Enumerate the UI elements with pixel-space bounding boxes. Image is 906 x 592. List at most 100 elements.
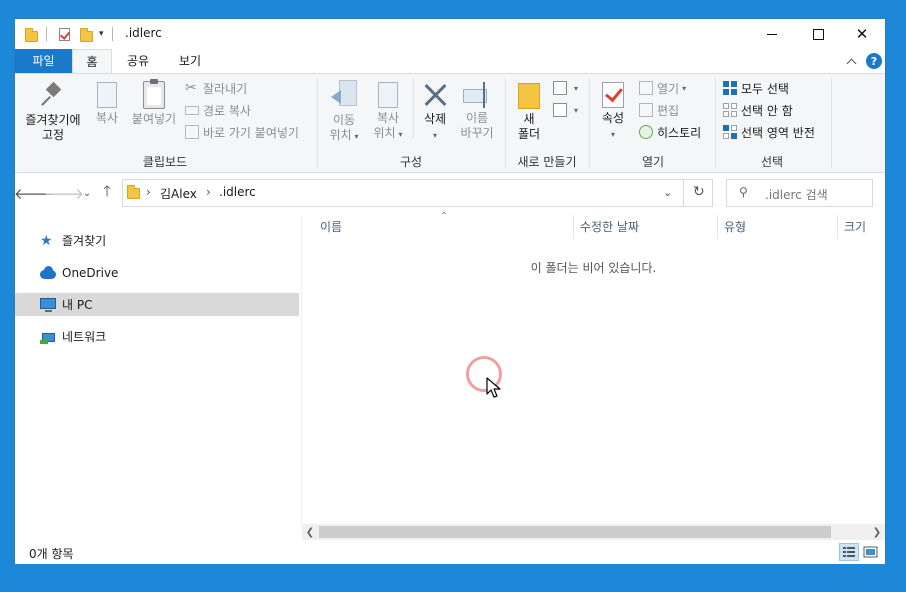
large-icons-view-button[interactable] [861, 543, 881, 561]
details-view-button[interactable] [839, 543, 859, 561]
pin-to-quick-access-button[interactable]: 즐겨찾기에 고정 [21, 78, 85, 143]
easy-access-button[interactable]: ▾ [553, 100, 578, 120]
help-icon: ? [866, 53, 882, 69]
properties-icon [602, 82, 624, 108]
history-button[interactable]: 히스토리 [639, 122, 701, 142]
group-separator [589, 78, 590, 168]
nav-item-quick-access[interactable]: ★ 즐겨찾기 [15, 229, 299, 252]
path-icon [185, 105, 199, 115]
tab-view[interactable]: 보기 [167, 49, 213, 73]
nav-item-this-pc[interactable]: 내 PC [15, 293, 299, 316]
properties-button[interactable]: 속성 ▾ [595, 78, 631, 142]
quick-access-toolbar: ▾ [25, 19, 113, 49]
file-list: ⌃ 이름 수정한 날짜 유형 크기 이 폴더는 비어 있습니다. [302, 211, 885, 525]
open-icon [639, 81, 653, 95]
dropdown-arrow-icon: ▾ [682, 83, 687, 93]
network-icon [40, 330, 56, 344]
folder-icon [25, 27, 38, 42]
cut-button[interactable]: ✂ 잘라내기 [185, 78, 247, 98]
tab-home[interactable]: 홈 [72, 49, 112, 73]
navigation-pane: ★ 즐겨찾기 OneDrive 내 PC 네트워크 [15, 215, 301, 535]
select-all-button[interactable]: 모두 선택 [723, 78, 789, 98]
group-label-clipboard: 클립보드 [142, 155, 188, 169]
address-dropdown-icon[interactable]: ⌄ [663, 186, 672, 199]
nav-item-onedrive[interactable]: OneDrive [15, 261, 299, 284]
explorer-window: ▾ .idlerc ✕ 파일 홈 공유 보기 ? 즐겨찾기에 고정 복사 붙여넣… [14, 18, 886, 564]
copy-button[interactable]: 복사 [89, 78, 125, 126]
customize-toolbar-icon[interactable]: ▾ [99, 29, 104, 39]
easy-access-icon [553, 103, 567, 117]
new-folder-button[interactable]: 새 폴더 [511, 78, 547, 142]
select-none-icon [723, 103, 737, 117]
mouse-cursor-icon [486, 377, 501, 398]
delete-icon [422, 81, 448, 109]
edit-button[interactable]: 편집 [639, 100, 679, 120]
group-label-select: 선택 [760, 155, 784, 169]
group-separator [831, 78, 832, 168]
tab-file[interactable]: 파일 [15, 49, 72, 73]
clipboard-icon [143, 79, 165, 109]
invert-selection-button[interactable]: 선택 영역 반전 [723, 122, 815, 142]
help-button[interactable]: ? [866, 49, 882, 73]
dropdown-arrow-icon: ▾ [574, 105, 579, 115]
copy-path-button[interactable]: 경로 복사 [185, 100, 251, 120]
group-separator [317, 78, 318, 168]
group-label-open: 열기 [641, 155, 665, 169]
new-item-icon [553, 81, 567, 95]
breadcrumb-separator[interactable]: › [206, 185, 211, 199]
properties-quick-icon[interactable] [59, 27, 70, 41]
paste-shortcut-button[interactable]: 바로 가기 붙여넣기 [185, 122, 299, 142]
forward-button[interactable]: 🡒 [44, 183, 84, 203]
group-label-organize: 구성 [399, 155, 423, 169]
column-header-date-modified[interactable]: 수정한 날짜 [574, 215, 718, 239]
copy-icon [92, 80, 117, 108]
shortcut-icon [185, 125, 199, 139]
breadcrumb-separator[interactable]: › [146, 185, 151, 199]
horizontal-scrollbar[interactable]: ❮ ❯ [302, 524, 885, 540]
up-button[interactable]: 🡑 [99, 182, 115, 203]
maximize-button[interactable] [795, 19, 841, 49]
paste-button[interactable]: 붙여넣기 [128, 78, 180, 127]
invert-selection-icon [723, 125, 737, 139]
nav-item-network[interactable]: 네트워크 [15, 325, 299, 348]
copy-to-button[interactable]: 복사 위치 ▾ [367, 78, 409, 142]
details-view-icon [843, 547, 855, 557]
move-to-icon [331, 80, 357, 110]
select-all-icon [723, 81, 737, 95]
delete-button[interactable]: 삭제 ▾ [417, 78, 453, 143]
cloud-icon [40, 265, 56, 280]
close-button[interactable]: ✕ [839, 19, 885, 49]
select-none-button[interactable]: 선택 안 함 [723, 100, 793, 120]
edit-icon [639, 103, 653, 117]
group-separator [505, 78, 506, 168]
large-icons-view-icon [863, 546, 878, 558]
computer-icon [40, 297, 56, 312]
scroll-left-icon[interactable]: ❮ [302, 524, 318, 540]
ribbon: 즐겨찾기에 고정 복사 붙여넣기 ✂ 잘라내기 경로 복사 바로 가기 붙여넣기… [15, 73, 885, 173]
column-header-type[interactable]: 유형 [718, 215, 838, 239]
column-header-size[interactable]: 크기 [838, 215, 885, 239]
back-button[interactable]: 🡐 [14, 183, 54, 203]
collapse-ribbon-button[interactable] [846, 49, 857, 73]
scroll-right-icon[interactable]: ❯ [869, 524, 885, 540]
rename-button[interactable]: 이름 바꾸기 [457, 78, 497, 141]
new-item-button[interactable]: ▾ [553, 78, 578, 98]
new-folder-quick-icon[interactable] [80, 27, 93, 42]
search-box[interactable]: ⚲ .idlerc 검색 [726, 179, 873, 207]
address-bar[interactable]: › 김Alex › .idlerc ⌄ ↻ [122, 179, 713, 207]
tab-share[interactable]: 공유 [115, 49, 161, 73]
group-label-new: 새로 만들기 [517, 155, 577, 169]
history-icon [639, 125, 653, 139]
open-button[interactable]: 열기 ▾ [639, 78, 686, 98]
scrollbar-thumb[interactable] [319, 526, 831, 538]
refresh-button[interactable]: ↻ [693, 184, 705, 200]
column-header-name[interactable]: 이름 [314, 215, 574, 239]
breadcrumb-user[interactable]: 김Alex [160, 185, 197, 202]
recent-locations-button[interactable]: ⌄ [81, 183, 93, 203]
group-separator [715, 78, 716, 168]
title-bar: ▾ .idlerc ✕ [15, 19, 885, 49]
rename-icon [463, 82, 491, 108]
breadcrumb-current[interactable]: .idlerc [219, 185, 256, 199]
minimize-button[interactable] [749, 19, 795, 49]
move-to-button[interactable]: 이동 위치 ▾ [324, 78, 364, 144]
